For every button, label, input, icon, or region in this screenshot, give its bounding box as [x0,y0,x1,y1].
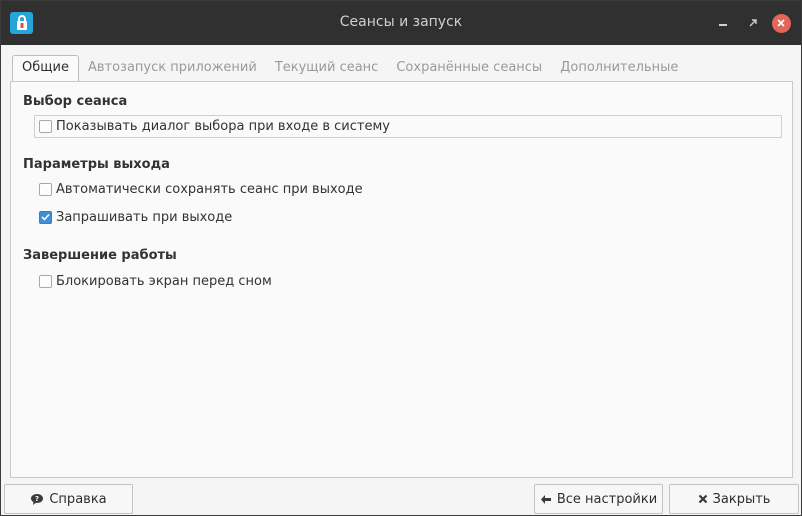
arrow-left-icon [540,494,552,505]
auto-save-checkbox[interactable] [39,182,52,196]
tab-general[interactable]: Общие [12,55,79,81]
maximize-icon [749,17,757,30]
window-title: Сеансы и запуск [339,14,463,30]
lock-screen-checkbox[interactable] [39,274,52,288]
show-dialog-checkbox[interactable] [39,120,52,133]
auto-save-checkbox-row[interactable]: Автоматически сохранять сеанс при выходе [39,179,363,199]
minimize-icon [718,17,728,30]
tab-autostart[interactable]: Автозапуск приложений [79,56,266,81]
settings-window: Сеансы и запуск Общие Автозапуск приложе… [0,0,802,516]
show-dialog-checkbox-row[interactable]: Показывать диалог выбора при входе в сис… [34,115,782,138]
lock-screen-checkbox-row[interactable]: Блокировать экран перед сном [39,271,272,291]
close-icon [698,494,708,504]
tab-current-session[interactable]: Текущий сеанс [266,56,388,81]
section-title-session-select: Выбор сеанса [23,94,128,109]
tab-saved-sessions[interactable]: Сохранённые сеансы [387,56,551,81]
prompt-checkbox[interactable] [39,210,52,224]
prompt-checkbox-row[interactable]: Запрашивать при выходе [39,207,232,227]
maximize-button[interactable] [742,12,764,34]
section-title-logout: Параметры выхода [23,157,170,172]
svg-text:?: ? [35,495,39,503]
lock-screen-label: Блокировать экран перед сном [56,273,272,289]
help-icon: ? [30,493,44,506]
close-window-button[interactable] [770,12,792,34]
all-settings-button-label: Все настройки [556,491,658,507]
checkmark-icon [41,213,50,221]
close-button-label: Закрыть [712,491,771,507]
minimize-button[interactable] [712,12,734,34]
tab-panel-general: Выбор сеанса Показывать диалог выбора пр… [10,81,793,478]
show-dialog-label: Показывать диалог выбора при входе в сис… [56,119,390,134]
help-button[interactable]: ? Справка [4,484,133,514]
tab-bar: Общие Автозапуск приложений Текущий сеан… [12,55,687,81]
auto-save-label: Автоматически сохранять сеанс при выходе [56,181,363,197]
help-button-label: Справка [49,491,107,507]
prompt-label: Запрашивать при выходе [56,209,233,225]
all-settings-button[interactable]: Все настройки [534,484,663,514]
tab-advanced[interactable]: Дополнительные [551,56,687,81]
title-bar[interactable]: Сеансы и запуск [1,1,801,45]
close-button[interactable]: Закрыть [669,484,799,514]
section-title-shutdown: Завершение работы [23,248,177,263]
close-icon [771,13,791,33]
